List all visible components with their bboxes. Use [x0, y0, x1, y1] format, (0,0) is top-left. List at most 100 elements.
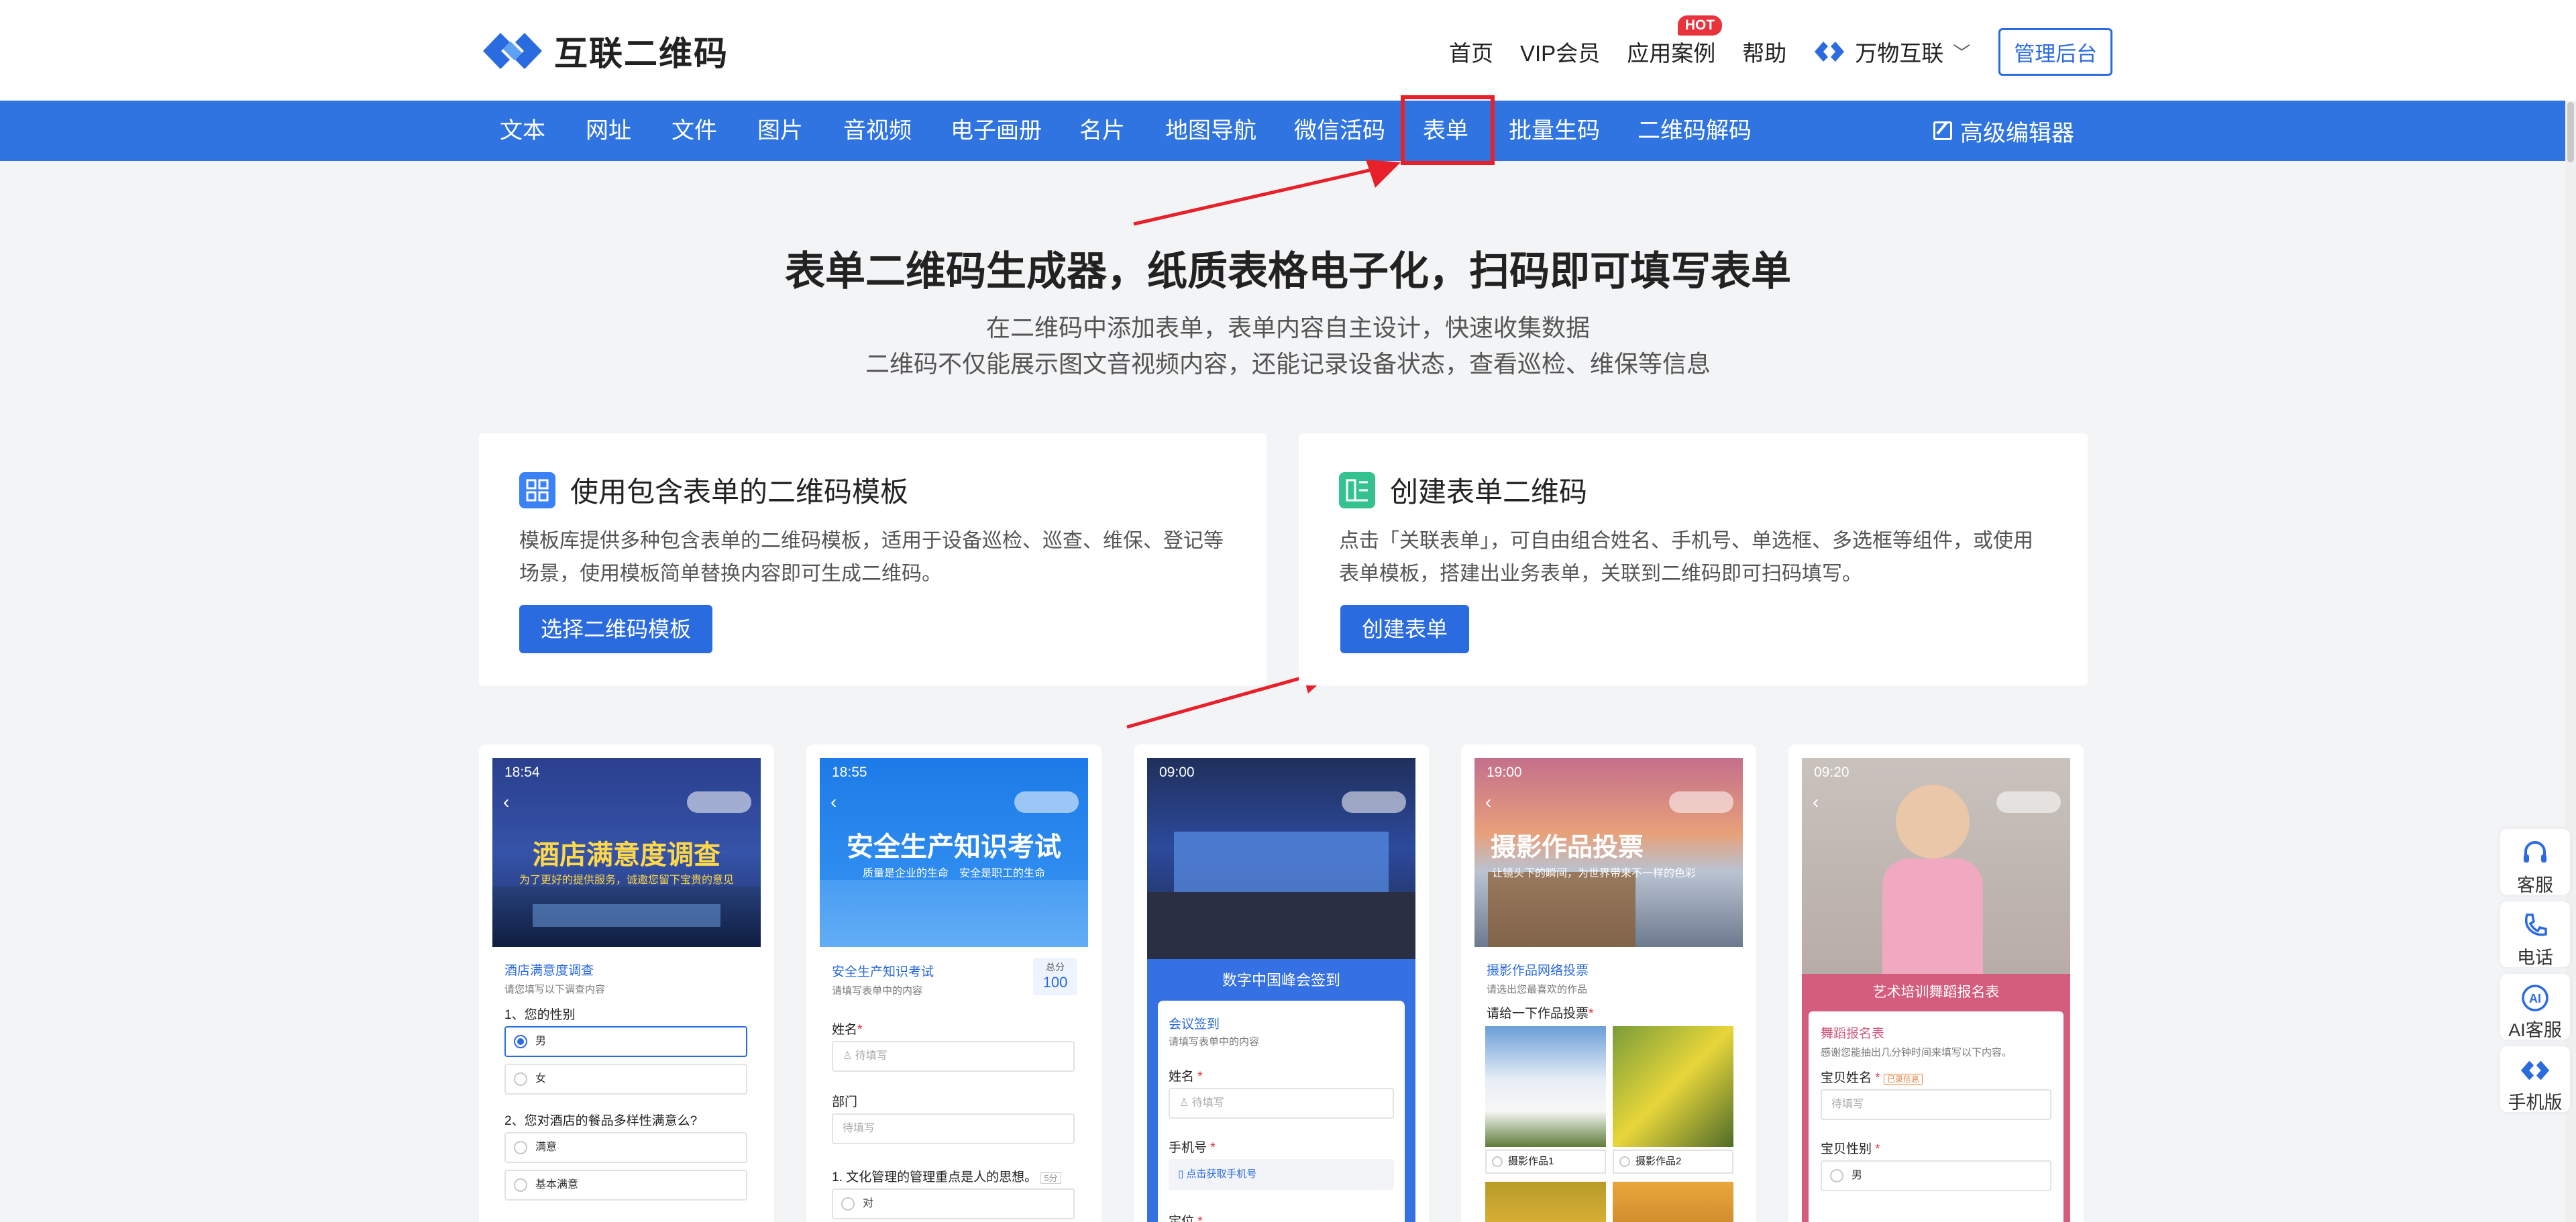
capsule-icon	[687, 791, 751, 813]
status-time: 09:00	[1159, 765, 1195, 780]
edit-icon	[1933, 121, 1952, 140]
summit-banner: 09:00	[1147, 758, 1415, 959]
nav-cases-link[interactable]: 应用案例 HOT	[1627, 15, 1723, 68]
radio-option[interactable]: 男	[504, 1026, 747, 1057]
qr-grid-icon	[519, 471, 555, 508]
brand-icon	[1815, 42, 1845, 62]
nav-home-link[interactable]: 首页	[1449, 36, 1493, 68]
advanced-editor-link[interactable]: 高级编辑器	[1933, 101, 2074, 161]
form-title: 舞蹈报名表	[1821, 1027, 1885, 1041]
dance-header: 艺术培训舞蹈报名表	[1872, 985, 2000, 1000]
template-preview-summit-checkin[interactable]: 09:00 数字中国峰会签到 会议签到 请填写表单中的内容 姓名 * ♙ 待填写…	[1134, 744, 1429, 1222]
tab-ebook[interactable]: 电子画册	[951, 101, 1042, 161]
template-preview-dance-signup[interactable]: 09:20 ‹ 艺术培训舞蹈报名表 舞蹈报名表 感谢您能抽出几分钟时间来填写以下…	[1788, 744, 2084, 1222]
tab-image[interactable]: 图片	[757, 101, 803, 161]
advanced-editor-label: 高级编辑器	[1960, 120, 2074, 146]
photo-thumbnail[interactable]	[1485, 1026, 1606, 1147]
get-phone-button[interactable]: ▯ 点击获取手机号	[1169, 1159, 1394, 1190]
tab-url[interactable]: 网址	[586, 101, 631, 161]
choose-template-button[interactable]: 选择二维码模板	[519, 605, 713, 653]
child-name-input[interactable]: 待填写	[1821, 1089, 2051, 1120]
name-field-label: 姓名*	[832, 1023, 863, 1037]
name-input[interactable]: ♙ 待填写	[832, 1041, 1075, 1072]
phone-screen: 09:20 ‹ 艺术培训舞蹈报名表 舞蹈报名表 感谢您能抽出几分钟时间来填写以下…	[1802, 758, 2070, 1222]
back-icon: ‹	[830, 791, 837, 812]
site-logo[interactable]: 互联二维码	[480, 24, 729, 78]
tab-audio-video[interactable]: 音视频	[843, 101, 912, 161]
phone-screen: 09:00 数字中国峰会签到 会议签到 请填写表单中的内容 姓名 * ♙ 待填写…	[1147, 758, 1415, 1222]
vote-question: 请给一下作品投票*	[1487, 1007, 1594, 1021]
question-1: 1、您的性别	[504, 1008, 576, 1022]
child-gender-label: 宝贝性别 *	[1821, 1142, 1880, 1156]
hot-badge: HOT	[1677, 15, 1723, 36]
form-hint: 感谢您能抽出几分钟时间来填写以下内容。	[1821, 1047, 2012, 1058]
radio-option[interactable]: 女	[504, 1064, 747, 1095]
template-preview-photo-vote[interactable]: 19:00 ‹ 摄影作品投票 让镜头下的瞬间，为世界带来不一样的色彩 摄影作品网…	[1461, 744, 1756, 1222]
customer-service-button[interactable]: 客服	[2500, 829, 2570, 895]
back-icon: ‹	[1485, 791, 1492, 812]
vote-option[interactable]: 摄影作品1	[1485, 1150, 1606, 1174]
vote-option[interactable]: 摄影作品2	[1613, 1150, 1733, 1174]
arrow-icon	[1133, 160, 1401, 226]
banner-subtitle: 为了更好的提供服务，诚邀您留下宝贵的意见	[519, 875, 734, 886]
side-tool-label: 客服	[2517, 875, 2553, 895]
logo-icon	[483, 33, 542, 69]
banner-title: 酒店满意度调查	[533, 840, 720, 870]
phone-screen: 19:00 ‹ 摄影作品投票 让镜头下的瞬间，为世界带来不一样的色彩 摄影作品网…	[1474, 758, 1743, 1222]
status-time: 09:20	[1814, 765, 1849, 780]
tab-batch-generate[interactable]: 批量生码	[1509, 101, 1600, 161]
ai-service-button[interactable]: AI AI客服	[2500, 974, 2570, 1040]
nav-vip-link[interactable]: VIP会员	[1520, 36, 1600, 68]
score-box: 总分 100	[1033, 958, 1077, 995]
status-time: 18:54	[504, 765, 540, 780]
option-label: 满意	[535, 1142, 557, 1153]
name-input[interactable]: ♙ 待填写	[1169, 1088, 1394, 1119]
account-name: 万物互联	[1855, 41, 1944, 66]
create-form-button[interactable]: 创建表单	[1340, 605, 1470, 653]
form-icon	[1339, 471, 1375, 508]
side-tool-label: AI客服	[2508, 1020, 2562, 1040]
capsule-icon	[1669, 791, 1733, 813]
template-card-title: 使用包含表单的二维码模板	[519, 469, 908, 510]
template-preview-hotel[interactable]: 18:54 ‹ 酒店满意度调查 为了更好的提供服务，诚邀您留下宝贵的意见 酒店满…	[479, 744, 774, 1222]
capsule-icon	[1014, 791, 1079, 813]
page-subtitle-2: 二维码不仅能展示图文音视频内容，还能记录设备状态，查看巡检、维保等信息	[865, 350, 1711, 378]
form-title: 摄影作品网络投票	[1487, 964, 1589, 978]
template-preview-safety-exam[interactable]: 18:55 ‹ 安全生产知识考试 质量是企业的生命 安全是职工的生命 安全生产知…	[806, 744, 1102, 1222]
photo-thumbnail[interactable]	[1613, 1182, 1733, 1222]
radio-option[interactable]: 基本满意	[504, 1170, 747, 1201]
option-label: 男	[1851, 1170, 1863, 1181]
photo-thumbnail[interactable]	[1613, 1026, 1733, 1147]
phone-contact-button[interactable]: 电话	[2500, 901, 2570, 968]
mobile-version-button[interactable]: 手机版	[2500, 1046, 2570, 1113]
radio-icon	[514, 1072, 527, 1086]
tab-text[interactable]: 文本	[500, 101, 545, 161]
back-icon: ‹	[503, 791, 510, 812]
radio-icon	[514, 1141, 527, 1154]
tab-file[interactable]: 文件	[672, 101, 717, 161]
dept-input[interactable]: 待填写	[832, 1113, 1075, 1144]
summit-header: 数字中国峰会签到	[1222, 972, 1340, 989]
scrollbar-thumb[interactable]	[2567, 102, 2574, 162]
nav-cases-label: 应用案例	[1627, 41, 1716, 66]
chevron-down-icon: ﹀	[1953, 42, 1971, 63]
photo-thumbnail[interactable]	[1485, 1182, 1606, 1222]
score-label: 总分	[1046, 962, 1065, 973]
radio-option[interactable]: 对	[832, 1188, 1075, 1219]
phone-icon	[2500, 908, 2570, 943]
banner-subtitle: 质量是企业的生命 安全是职工的生命	[862, 868, 1045, 879]
admin-console-button[interactable]: 管理后台	[1998, 27, 2113, 76]
mobile-logo-icon	[2500, 1053, 2570, 1088]
child-name-label: 宝贝姓名 * 已录信息	[1821, 1068, 1923, 1086]
location-field-label: 定位 *	[1169, 1215, 1203, 1222]
nav-help-link[interactable]: 帮助	[1742, 36, 1786, 68]
question-1: 1. 文化管理的管理重点是人的思想。 5分	[832, 1167, 1061, 1185]
radio-option[interactable]: 男	[1821, 1160, 2051, 1191]
banner-title: 安全生产知识考试	[847, 832, 1061, 862]
tab-qr-decode[interactable]: 二维码解码	[1638, 101, 1752, 161]
info-tag: 已录信息	[1883, 1074, 1923, 1085]
radio-option[interactable]: 满意	[504, 1132, 747, 1163]
account-dropdown[interactable]: 万物互联 ﹀	[1813, 36, 1970, 68]
create-card-title: 创建表单二维码	[1339, 469, 1587, 510]
radio-icon	[514, 1035, 527, 1048]
